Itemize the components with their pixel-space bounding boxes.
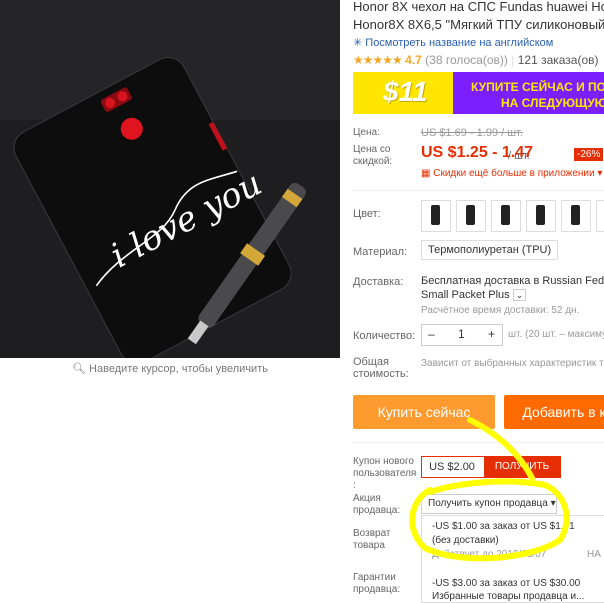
translate-link[interactable]: ✳ Посмотреть название на английском: [353, 36, 553, 49]
zoom-hint: 🔍︎ Наведите курсор, чтобы увеличить: [72, 363, 268, 375]
product-image[interactable]: i love you: [0, 0, 340, 358]
divider: [353, 442, 604, 443]
minus-button[interactable]: –: [428, 327, 435, 341]
quantity-stepper[interactable]: – 1 +: [421, 324, 503, 346]
price-unit: / шт.: [508, 150, 530, 162]
delivery-time: Расчётное время доставки: 52 дн.: [421, 305, 580, 316]
seller-promo-label: Акция продавца:: [353, 493, 401, 516]
product-photo-illustration: i love you: [0, 0, 340, 358]
magnifier-icon: 🔍︎: [72, 363, 86, 375]
shipping-label: Доставка:: [353, 276, 404, 288]
chevron-down-icon[interactable]: ⌄: [512, 289, 527, 301]
color-swatch[interactable]: [491, 200, 521, 232]
quantity-info: шт. (20 шт. – максиму: [508, 329, 604, 340]
coupon-offer-1-extra[interactable]: НА: [587, 549, 601, 560]
coupon-offer-2: -US $3.00 за заказ от US $30.00: [432, 578, 581, 589]
get-coupon-button[interactable]: ПОЛУЧИТЬ: [484, 457, 560, 477]
shipping-method[interactable]: Small Packet Plus ⌄: [421, 289, 527, 301]
quantity-label: Количество:: [353, 330, 416, 342]
coupon-offer-1-valid: Действует до 2019/03/07: [432, 549, 547, 560]
color-swatch[interactable]: [456, 200, 486, 232]
votes-link[interactable]: (38 голоса(ов)): [425, 53, 508, 67]
color-label: Цвет:: [353, 208, 381, 220]
app-discount-link[interactable]: ▦ Скидки ещё больше в приложении ▾: [421, 168, 602, 179]
return-label: Возврат товара: [353, 528, 391, 551]
discount-badge: -26%: [574, 148, 604, 161]
shipping-destination[interactable]: Бесплатная доставка в Russian Federa: [421, 275, 604, 287]
get-seller-coupon-dropdown[interactable]: Получить купон продавца ▾: [421, 494, 557, 514]
material-label: Материал:: [353, 246, 408, 258]
old-price: US $1.69 - 1.99 / шт.: [421, 127, 523, 139]
price-label: Цена:: [353, 127, 380, 138]
chevron-down-icon: ▾: [597, 168, 603, 179]
chevron-down-icon: ▾: [550, 498, 556, 509]
add-to-cart-button[interactable]: Добавить в к: [504, 395, 604, 429]
divider: [353, 190, 604, 191]
color-swatch[interactable]: [421, 200, 451, 232]
total-label: Общая стоимость:: [353, 356, 409, 380]
promo-banner[interactable]: $11 КУПИТЕ СЕЙЧАС И ПОЛУ НА СЛЕДУЮЩУЮ П: [353, 72, 604, 114]
new-user-coupon: US $2.00 ПОЛУЧИТЬ: [421, 456, 561, 478]
guarantee-label: Гарантии продавца:: [353, 572, 401, 595]
total-value: Зависит от выбранных характеристик то: [421, 358, 604, 369]
material-option[interactable]: Термополиуретан (TPU): [421, 240, 559, 260]
coupon-offer-1: -US $1.00 за заказ от US $1.01: [432, 521, 575, 532]
translate-icon: ✳: [353, 37, 363, 49]
color-swatch[interactable]: [596, 200, 604, 232]
new-user-coupon-label: Купон нового пользователя :: [353, 456, 417, 491]
orders-count: 121 заказа(ов): [517, 53, 599, 67]
star-rating-icons: ★★★★★: [353, 53, 403, 67]
buy-now-button[interactable]: Купить сейчас: [353, 395, 495, 429]
coupon-offer-1-note: (без доставки): [432, 535, 499, 546]
color-swatch[interactable]: [561, 200, 591, 232]
qr-icon: ▦: [421, 168, 431, 179]
plus-button[interactable]: +: [488, 327, 495, 341]
product-title: Honor 8X чехол на СПС Fundas huawei Hono…: [353, 0, 604, 32]
rating-row: ★★★★★ 4.7 (38 голоса(ов)) | 121 заказа(о…: [353, 53, 599, 67]
color-swatch[interactable]: [526, 200, 556, 232]
discount-price-label: Цена со скидкой:: [353, 144, 393, 167]
coupon-offer-2-note: Избранные товары продавца и...: [432, 591, 585, 602]
quantity-input[interactable]: 1: [458, 327, 465, 341]
